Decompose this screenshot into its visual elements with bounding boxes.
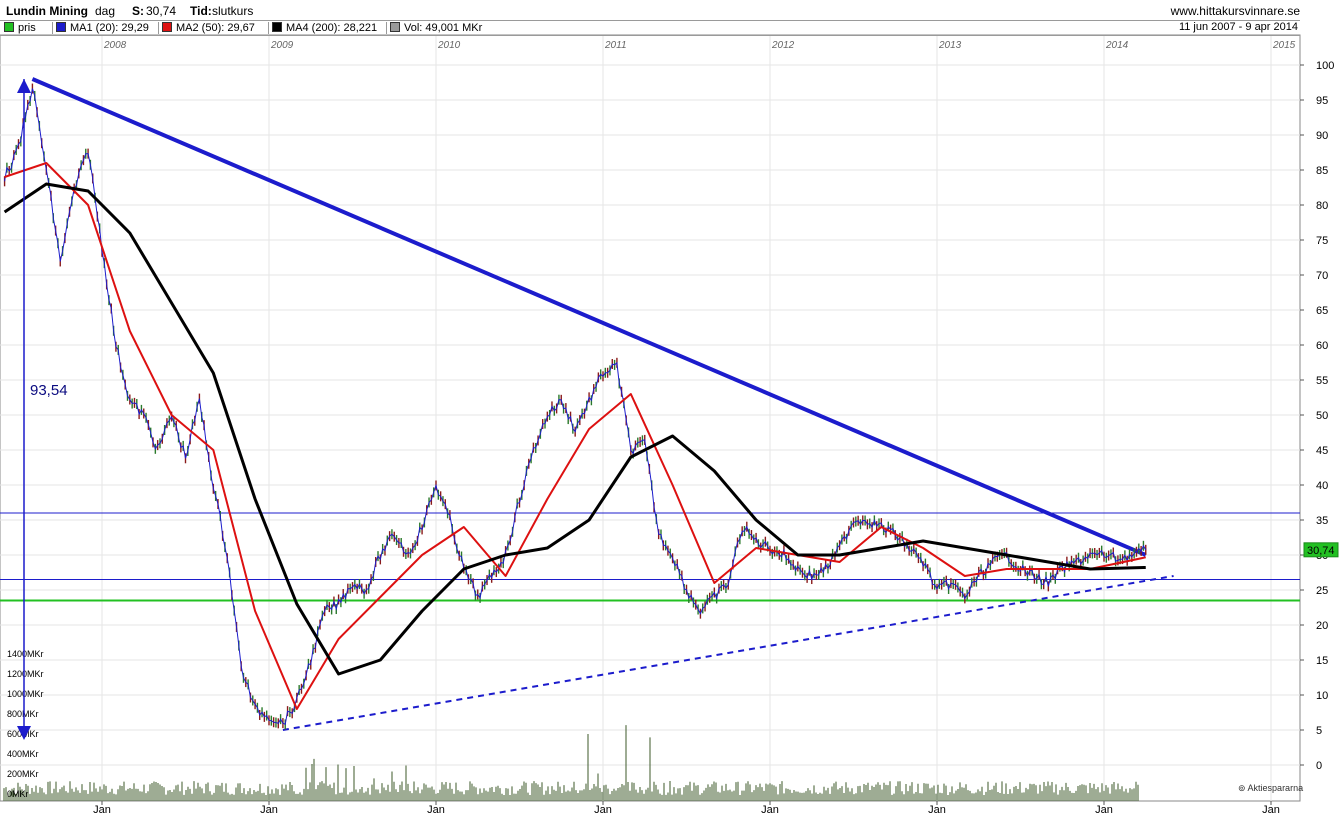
- year-label: 2009: [270, 40, 294, 51]
- tid-value: slutkurs: [212, 4, 254, 18]
- y-tick-label: 65: [1316, 305, 1328, 317]
- legend-swatch: [162, 22, 172, 32]
- y-tick-label: 35: [1316, 515, 1328, 527]
- legend-pris: pris: [4, 22, 36, 34]
- month-label: Jan: [928, 804, 946, 816]
- legend-vol: Vol: 49,001 MKr: [386, 22, 482, 34]
- y-axis: 0510152025303540455055606570758085909510…: [1300, 60, 1334, 772]
- month-label: Jan: [1262, 804, 1280, 816]
- volume-axis-label: 1200MKr: [7, 669, 44, 679]
- volume-axis-label: 1400MKr: [7, 649, 44, 659]
- month-label: Jan: [260, 804, 278, 816]
- y-tick-label: 90: [1316, 130, 1328, 142]
- y-tick-label: 50: [1316, 410, 1328, 422]
- legend-label: Vol: 49,001 MKr: [404, 22, 483, 34]
- y-tick-label: 95: [1316, 95, 1328, 107]
- period-label: dag: [95, 4, 116, 18]
- year-label: 2010: [437, 40, 461, 51]
- site-link[interactable]: www.hittakursvinnare.se: [1171, 4, 1300, 18]
- volume-axis-label: 200MKr: [7, 769, 39, 779]
- legend-ma2: MA2 (50): 29,67: [158, 22, 255, 34]
- year-label: 2011: [604, 40, 627, 51]
- price-chart: 0510152025303540455055606570758085909510…: [0, 34, 1339, 816]
- tid-label: Tid:: [190, 4, 212, 18]
- last-price-text: 30,74: [1307, 545, 1335, 557]
- volume-axis-label: 400MKr: [7, 749, 39, 759]
- month-label: Jan: [93, 804, 111, 816]
- y-tick-label: 80: [1316, 200, 1328, 212]
- legend-label: MA2 (50): 29,67: [176, 22, 255, 34]
- measure-label: 93,54: [30, 382, 68, 399]
- legend-swatch: [4, 22, 14, 32]
- legend-swatch: [272, 22, 282, 32]
- legend-ma4: MA4 (200): 28,221: [268, 22, 377, 34]
- date-range: 11 jun 2007 - 9 apr 2014: [1178, 21, 1298, 33]
- header-bar: Lundin Mining dag S: 30,74 Tid: slutkurs…: [0, 0, 1344, 20]
- y-tick-label: 15: [1316, 655, 1328, 667]
- s-label: S:: [132, 4, 144, 18]
- month-label: Jan: [1095, 804, 1113, 816]
- y-tick-label: 0: [1316, 760, 1322, 772]
- legend-ma1: MA1 (20): 29,29: [52, 22, 149, 34]
- stock-name: Lundin Mining: [6, 4, 88, 18]
- month-label: Jan: [761, 804, 779, 816]
- year-label: 2008: [103, 40, 127, 51]
- y-tick-label: 10: [1316, 690, 1328, 702]
- year-label: 2012: [771, 40, 795, 51]
- y-tick-label: 40: [1316, 480, 1328, 492]
- legend-bar: pris MA1 (20): 29,29 MA2 (50): 29,67 MA4…: [0, 20, 1300, 36]
- s-value: 30,74: [146, 4, 177, 18]
- y-tick-label: 5: [1316, 725, 1322, 737]
- month-label: Jan: [427, 804, 445, 816]
- year-label: 2015: [1272, 40, 1296, 51]
- year-label: 2014: [1105, 40, 1129, 51]
- y-tick-label: 85: [1316, 165, 1328, 177]
- y-tick-label: 45: [1316, 445, 1328, 457]
- y-tick-label: 20: [1316, 620, 1328, 632]
- y-tick-label: 75: [1316, 235, 1328, 247]
- y-tick-label: 25: [1316, 585, 1328, 597]
- y-tick-label: 60: [1316, 340, 1328, 352]
- year-label: 2013: [938, 40, 962, 51]
- month-label: Jan: [594, 804, 612, 816]
- y-tick-label: 100: [1316, 60, 1334, 72]
- legend-label: pris: [18, 22, 36, 34]
- legend-label: MA1 (20): 29,29: [70, 22, 149, 34]
- volume-axis-label: 1000MKr: [7, 689, 44, 699]
- y-tick-label: 55: [1316, 375, 1328, 387]
- legend-swatch: [390, 22, 400, 32]
- y-tick-label: 70: [1316, 270, 1328, 282]
- volume-axis-label: 0MKr: [7, 789, 29, 799]
- footer-brand: ⊚ Aktiespararna: [1238, 783, 1303, 793]
- legend-swatch: [56, 22, 66, 32]
- volume-axis-label: 800MKr: [7, 709, 39, 719]
- legend-label: MA4 (200): 28,221: [286, 22, 378, 34]
